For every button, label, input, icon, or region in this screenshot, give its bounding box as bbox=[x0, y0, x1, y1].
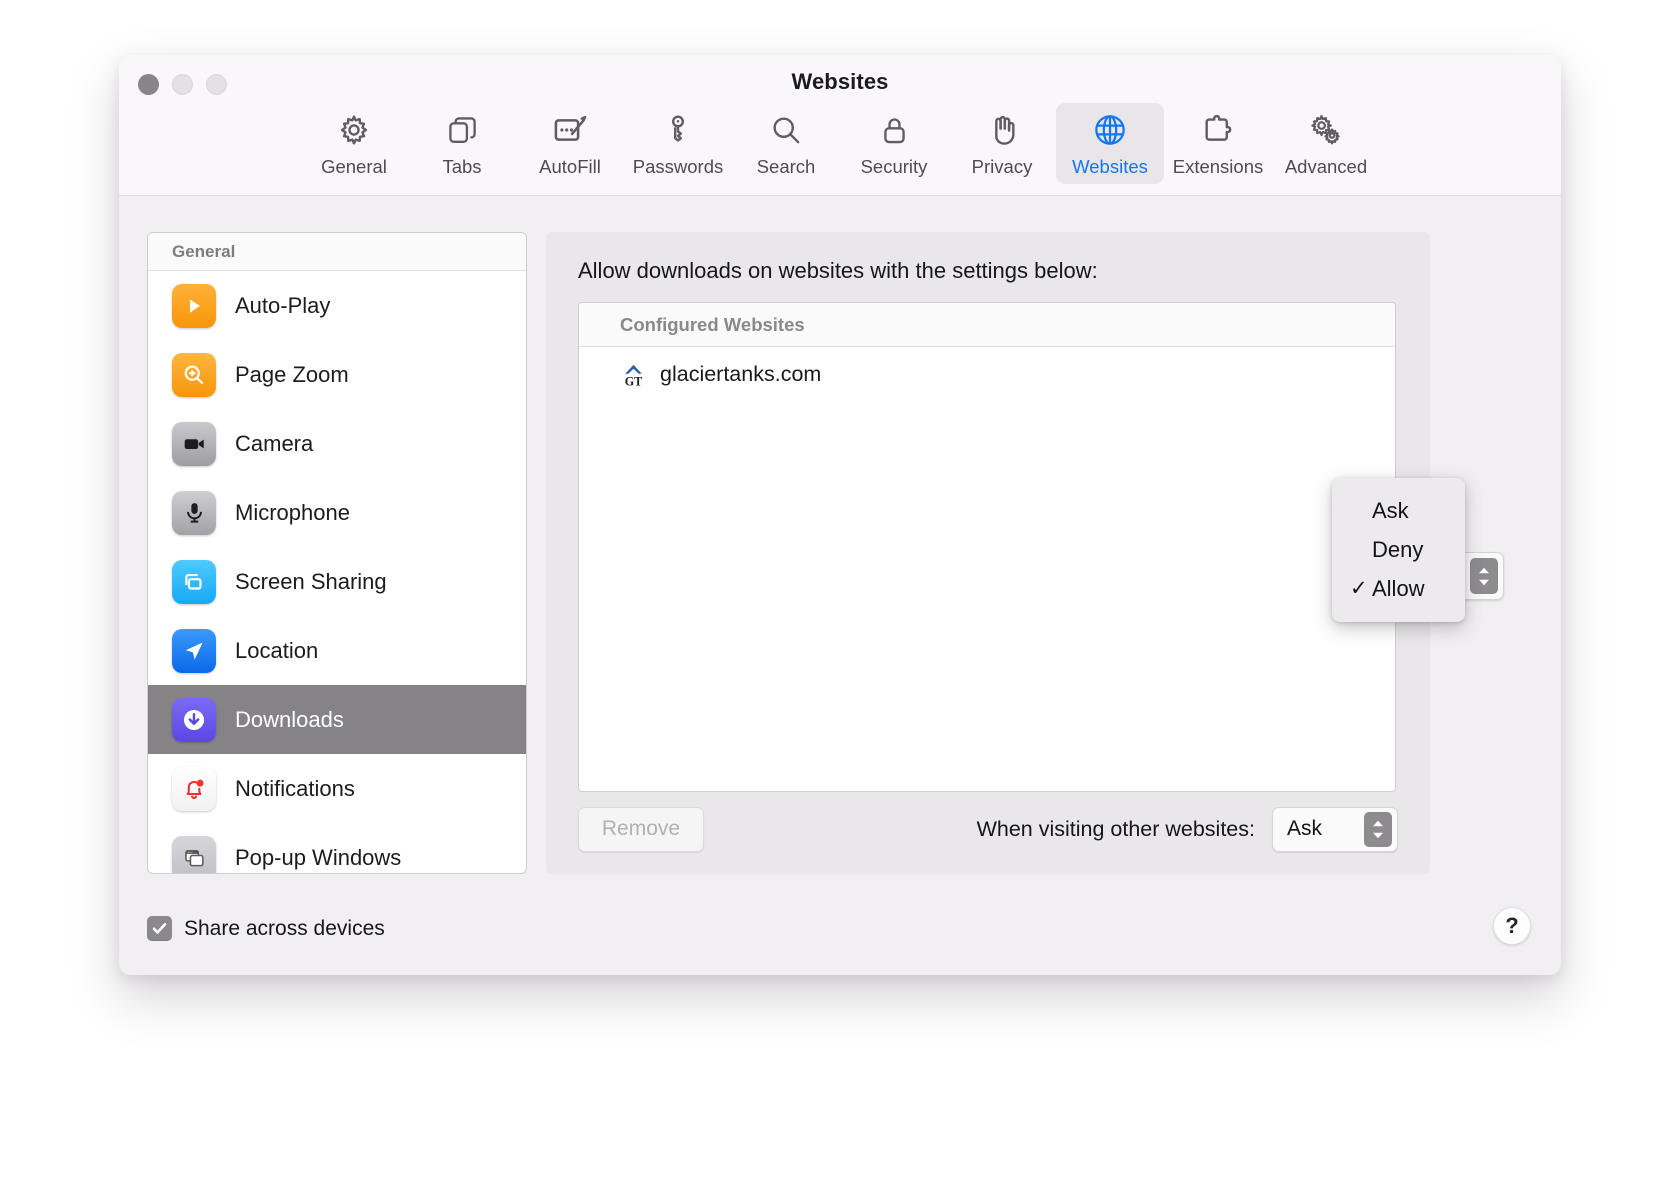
glaciertanks-favicon: GT bbox=[620, 361, 647, 388]
other-websites-group: When visiting other websites: Ask bbox=[976, 806, 1398, 852]
toolbar-tab-label: Passwords bbox=[632, 156, 724, 177]
window-title: Websites bbox=[791, 69, 889, 94]
sidebar-item-microphone[interactable]: Microphone bbox=[148, 478, 526, 547]
toolbar-tab-label: Websites bbox=[1072, 156, 1148, 177]
preferences-toolbar: General Tabs AutoFill Passwords Search Securi… bbox=[119, 103, 1561, 184]
location-icon bbox=[172, 628, 216, 673]
configured-websites-rows: GT glaciertanks.com bbox=[579, 347, 1395, 401]
remove-button[interactable]: Remove bbox=[578, 806, 704, 852]
sidebar-item-label: Downloads bbox=[235, 706, 344, 732]
sidebar-item-label: Auto-Play bbox=[235, 292, 331, 318]
site-permission-menu: Ask Deny ✓ Allow bbox=[1332, 478, 1465, 622]
toolbar-tab-label: Security bbox=[860, 156, 928, 177]
checkmark-icon bbox=[1350, 538, 1372, 562]
menu-item-label: Ask bbox=[1372, 497, 1409, 523]
pane-description: Allow downloads on websites with the set… bbox=[578, 258, 1098, 283]
popup-windows-icon bbox=[172, 835, 216, 873]
svg-text:GT: GT bbox=[625, 374, 643, 388]
hand-icon bbox=[985, 111, 1019, 149]
menu-item-ask[interactable]: Ask bbox=[1332, 491, 1465, 530]
sidebar-item-label: Location bbox=[235, 637, 319, 663]
toolbar-tab-security[interactable]: Security bbox=[840, 103, 948, 184]
sidebar-item-list: Auto-Play Page Zoom Camera Microphone Screen… bbox=[148, 271, 526, 873]
toolbar-tab-label: Privacy bbox=[971, 156, 1033, 177]
chevron-updown-icon bbox=[1364, 811, 1392, 847]
toolbar-tab-search[interactable]: Search bbox=[732, 103, 840, 184]
preferences-window: Websites General Tabs AutoFill Passwords Sea… bbox=[119, 55, 1561, 975]
other-websites-label: When visiting other websites: bbox=[976, 816, 1255, 841]
downloads-settings-pane: Allow downloads on websites with the set… bbox=[546, 232, 1430, 874]
toolbar-tab-label: General bbox=[321, 156, 387, 177]
sidebar-item-auto-play[interactable]: Auto-Play bbox=[148, 271, 526, 340]
checkmark-icon: ✓ bbox=[1350, 577, 1368, 600]
page-zoom-icon bbox=[172, 352, 216, 397]
website-name: glaciertanks.com bbox=[660, 361, 822, 386]
help-button[interactable]: ? bbox=[1493, 907, 1531, 945]
window-titlebar: Websites General Tabs AutoFill Passwords Sea… bbox=[119, 55, 1561, 196]
key-icon bbox=[661, 111, 695, 149]
microphone-icon bbox=[172, 490, 216, 535]
websites-sidebar: General Auto-Play Page Zoom Camera Micropho… bbox=[147, 232, 527, 874]
sidebar-item-downloads[interactable]: Downloads bbox=[148, 685, 526, 754]
toolbar-tab-label: Extensions bbox=[1172, 156, 1264, 177]
toolbar-tab-autofill[interactable]: AutoFill bbox=[516, 103, 624, 184]
gear-icon bbox=[337, 111, 371, 149]
toolbar-tab-label: AutoFill bbox=[539, 156, 601, 177]
gears-icon bbox=[1309, 111, 1343, 149]
tabs-icon bbox=[446, 111, 479, 149]
autofill-icon bbox=[552, 111, 588, 149]
toolbar-tab-label: Tabs bbox=[442, 156, 482, 177]
toolbar-tab-advanced[interactable]: Advanced bbox=[1272, 103, 1380, 184]
magnifier-icon bbox=[769, 111, 803, 149]
toolbar-tab-privacy[interactable]: Privacy bbox=[948, 103, 1056, 184]
sidebar-item-camera[interactable]: Camera bbox=[148, 409, 526, 478]
puzzle-icon bbox=[1201, 111, 1235, 149]
camera-icon bbox=[172, 421, 216, 466]
sidebar-item-location[interactable]: Location bbox=[148, 616, 526, 685]
toolbar-tab-general[interactable]: General bbox=[300, 103, 408, 184]
sidebar-item-screen-sharing[interactable]: Screen Sharing bbox=[148, 547, 526, 616]
sidebar-item-label: Page Zoom bbox=[235, 361, 349, 387]
sidebar-item-label: Camera bbox=[235, 430, 314, 456]
checkmark-icon bbox=[1350, 499, 1372, 523]
menu-item-deny[interactable]: Deny bbox=[1332, 530, 1465, 569]
sidebar-item-label: Notifications bbox=[235, 775, 355, 801]
sidebar-item-page-zoom[interactable]: Page Zoom bbox=[148, 340, 526, 409]
menu-item-label: Deny bbox=[1372, 536, 1424, 562]
other-websites-value: Ask bbox=[1287, 817, 1323, 840]
toolbar-tab-websites[interactable]: Websites bbox=[1056, 103, 1164, 184]
share-across-devices-checkbox[interactable] bbox=[147, 916, 172, 941]
play-icon bbox=[172, 283, 216, 328]
downloads-icon bbox=[172, 697, 216, 742]
other-websites-popup-button[interactable]: Ask bbox=[1272, 806, 1398, 852]
sidebar-item-pop-up-windows[interactable]: Pop-up Windows bbox=[148, 823, 526, 873]
globe-icon bbox=[1092, 111, 1128, 149]
configured-websites-header: Configured Websites bbox=[579, 303, 1395, 347]
sidebar-item-label: Pop-up Windows bbox=[235, 844, 402, 870]
preferences-body: General Auto-Play Page Zoom Camera Micropho… bbox=[119, 197, 1561, 975]
configured-websites-listbox: Configured Websites GT glaciertanks.com bbox=[578, 302, 1396, 792]
sidebar-item-label: Screen Sharing bbox=[235, 568, 387, 594]
share-across-devices-label: Share across devices bbox=[184, 916, 385, 940]
configured-website-row[interactable]: GT glaciertanks.com bbox=[579, 347, 1395, 401]
share-across-devices-row[interactable]: Share across devices bbox=[147, 916, 385, 941]
checkmark-icon bbox=[152, 923, 167, 934]
sidebar-section-header: General bbox=[148, 233, 526, 271]
lock-icon bbox=[878, 111, 911, 149]
menu-item-label: Allow bbox=[1372, 575, 1425, 601]
menu-item-allow[interactable]: ✓ Allow bbox=[1332, 569, 1465, 608]
bell-icon bbox=[172, 766, 216, 811]
toolbar-tab-passwords[interactable]: Passwords bbox=[624, 103, 732, 184]
screen-sharing-icon bbox=[172, 559, 216, 604]
toolbar-tab-extensions[interactable]: Extensions bbox=[1164, 103, 1272, 184]
toolbar-tab-tabs[interactable]: Tabs bbox=[408, 103, 516, 184]
sidebar-item-label: Microphone bbox=[235, 499, 350, 525]
chevron-updown-icon bbox=[1470, 558, 1498, 594]
pane-footer: Remove When visiting other websites: Ask bbox=[578, 806, 1398, 852]
toolbar-tab-label: Search bbox=[756, 156, 816, 177]
sidebar-item-notifications[interactable]: Notifications bbox=[148, 754, 526, 823]
toolbar-tab-label: Advanced bbox=[1284, 156, 1368, 177]
